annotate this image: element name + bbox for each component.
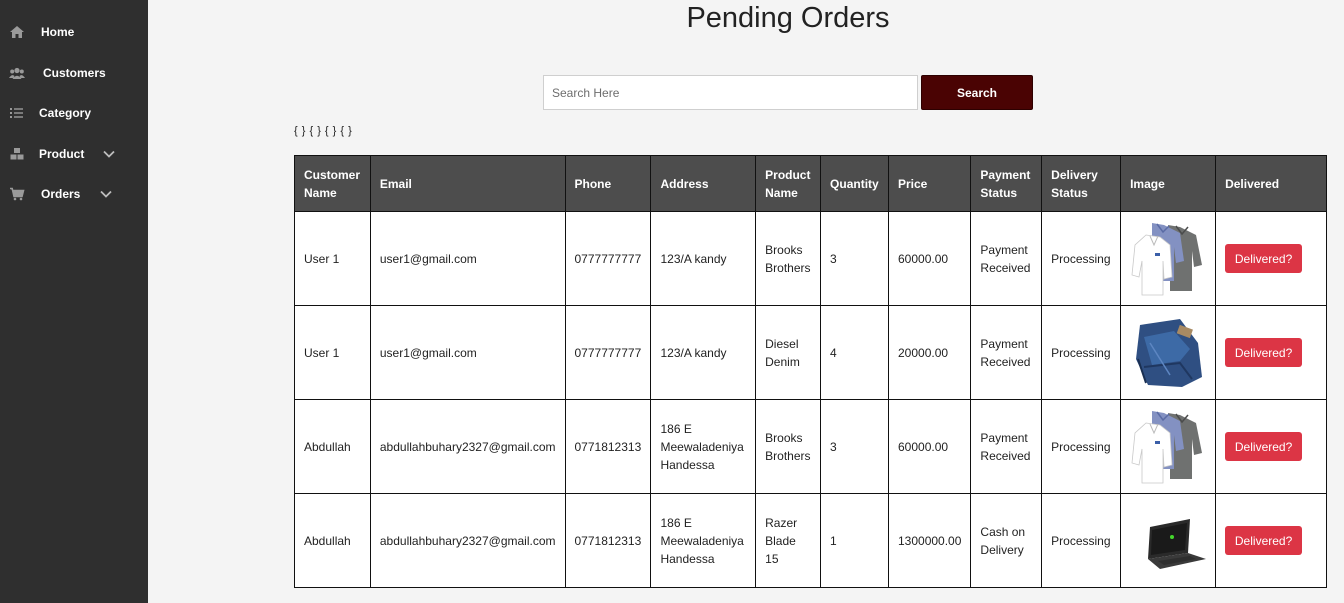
address-cell: 123/A kandy <box>650 305 757 400</box>
column-header: Delivery Status <box>1041 155 1122 212</box>
table-row: User 1 user1@gmail.com 0777777777 123/A … <box>294 305 1327 400</box>
sidebar-item-product[interactable]: Product <box>0 134 148 174</box>
delivery-status-cell: Processing <box>1041 493 1122 588</box>
users-icon <box>9 67 25 79</box>
sidebar-item-label: Customers <box>43 66 106 80</box>
list-icon <box>10 108 23 118</box>
payment-status-cell: Cash on Delivery <box>970 493 1043 588</box>
column-header: Image <box>1120 155 1217 212</box>
email-cell: abdullahbuhary2327@gmail.com <box>369 399 566 494</box>
action-cell: Delivered? <box>1215 211 1327 306</box>
sidebar: Home Customers Category Product Orders <box>0 0 148 603</box>
sidebar-item-home[interactable]: Home <box>0 12 148 52</box>
laptop-image <box>1148 518 1207 569</box>
column-header: Customer Name <box>294 155 371 212</box>
table-row: User 1 user1@gmail.com 0777777777 123/A … <box>294 211 1327 306</box>
address-cell: 123/A kandy <box>650 211 757 306</box>
email-cell: abdullahbuhary2327@gmail.com <box>369 493 566 588</box>
phone-cell: 0771812313 <box>564 493 652 588</box>
table-row: Abdullah abdullahbuhary2327@gmail.com 07… <box>294 493 1327 588</box>
action-cell: Delivered? <box>1215 493 1327 588</box>
price-cell: 20000.00 <box>887 305 972 400</box>
image-cell <box>1120 305 1217 400</box>
shirts-image <box>1131 222 1203 295</box>
payment-status-cell: Payment Received <box>970 305 1043 400</box>
quantity-cell: 1 <box>820 493 889 588</box>
column-header: Quantity <box>820 155 889 212</box>
customer-name-cell: Abdullah <box>294 399 371 494</box>
address-cell: 186 E Meewaladeniya Handessa <box>650 399 757 494</box>
customer-name-cell: User 1 <box>294 211 371 306</box>
customer-name-cell: Abdullah <box>294 493 371 588</box>
price-cell: 60000.00 <box>887 211 972 306</box>
address-cell: 186 E Meewaladeniya Handessa <box>650 493 757 588</box>
table-row: Abdullah abdullahbuhary2327@gmail.com 07… <box>294 399 1327 494</box>
table-header-row: Customer Name Email Phone Address Produc… <box>294 155 1327 212</box>
search-input[interactable] <box>543 75 918 110</box>
product-name-cell: Brooks Brothers <box>755 211 822 306</box>
chevron-down-icon <box>100 190 112 198</box>
sidebar-item-orders[interactable]: Orders <box>0 174 148 214</box>
column-header: Phone <box>564 155 652 212</box>
debug-text: { } { } { } { } <box>294 125 353 137</box>
image-cell <box>1120 211 1217 306</box>
email-cell: user1@gmail.com <box>369 211 566 306</box>
phone-cell: 0777777777 <box>564 211 652 306</box>
home-icon <box>10 26 24 38</box>
quantity-cell: 3 <box>820 399 889 494</box>
quantity-cell: 4 <box>820 305 889 400</box>
sidebar-item-customers[interactable]: Customers <box>0 53 148 93</box>
delivery-status-cell: Processing <box>1041 399 1122 494</box>
delivery-status-cell: Processing <box>1041 211 1122 306</box>
sidebar-item-label: Orders <box>41 187 81 201</box>
sidebar-item-label: Product <box>39 147 85 161</box>
delivered-button[interactable]: Delivered? <box>1225 526 1303 555</box>
delivered-button[interactable]: Delivered? <box>1225 244 1303 273</box>
delivered-button[interactable]: Delivered? <box>1225 432 1303 461</box>
product-name-cell: Razer Blade 15 <box>755 493 822 588</box>
image-cell <box>1120 399 1217 494</box>
price-cell: 60000.00 <box>887 399 972 494</box>
chevron-down-icon <box>103 150 115 158</box>
delivery-status-cell: Processing <box>1041 305 1122 400</box>
orders-table: Customer Name Email Phone Address Produc… <box>294 155 1327 588</box>
page-title: Pending Orders <box>686 2 890 34</box>
column-header: Delivered <box>1215 155 1327 212</box>
column-header: Payment Status <box>970 155 1043 212</box>
sidebar-item-category[interactable]: Category <box>0 93 148 133</box>
payment-status-cell: Payment Received <box>970 399 1043 494</box>
image-cell <box>1120 493 1217 588</box>
phone-cell: 0777777777 <box>564 305 652 400</box>
jeans-image <box>1136 318 1203 387</box>
action-cell: Delivered? <box>1215 399 1327 494</box>
action-cell: Delivered? <box>1215 305 1327 400</box>
quantity-cell: 3 <box>820 211 889 306</box>
sidebar-item-label: Home <box>41 25 75 39</box>
box-icon <box>10 148 24 160</box>
price-cell: 1300000.00 <box>887 493 972 588</box>
delivered-button[interactable]: Delivered? <box>1225 338 1303 367</box>
email-cell: user1@gmail.com <box>369 305 566 400</box>
sidebar-item-label: Category <box>39 106 92 120</box>
column-header: Email <box>369 155 566 212</box>
payment-status-cell: Payment Received <box>970 211 1043 306</box>
customer-name-cell: User 1 <box>294 305 371 400</box>
shirts-image <box>1131 410 1203 483</box>
phone-cell: 0771812313 <box>564 399 652 494</box>
product-name-cell: Diesel Denim <box>755 305 822 400</box>
column-header: Product Name <box>755 155 822 212</box>
cart-icon <box>10 187 25 201</box>
search-button[interactable]: Search <box>921 75 1033 110</box>
column-header: Address <box>650 155 757 212</box>
product-name-cell: Brooks Brothers <box>755 399 822 494</box>
column-header: Price <box>887 155 972 212</box>
